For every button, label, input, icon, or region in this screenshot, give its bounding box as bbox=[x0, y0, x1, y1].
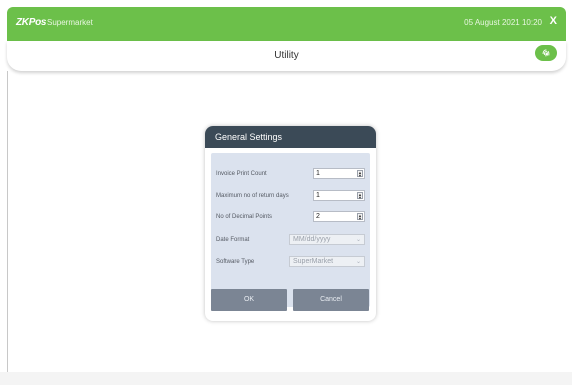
max-return-days-label: Maximum no of return days bbox=[216, 193, 289, 199]
date-format-select[interactable]: MM/dd/yyyy ⌄ bbox=[289, 234, 365, 245]
spinner-arrows-icon[interactable]: ▲ ▼ bbox=[357, 213, 363, 221]
zkpos-logo: ZKPos bbox=[16, 17, 47, 28]
software-type-select[interactable]: SuperMarket ⌄ bbox=[289, 256, 365, 267]
max-return-days-input[interactable]: 1 ▲ ▼ bbox=[313, 190, 365, 201]
software-type-value: SuperMarket bbox=[293, 258, 334, 265]
dialog-title: General Settings bbox=[215, 132, 283, 142]
chevron-down-icon: ⌄ bbox=[355, 259, 361, 265]
top-bar: ZKPos Supermarket 05 August 2021 10:20 X bbox=[7, 7, 566, 41]
fingerprint-icon bbox=[542, 49, 550, 57]
app-name: Supermarket bbox=[47, 18, 93, 27]
bottom-strip bbox=[0, 372, 572, 385]
max-return-days-value: 1 bbox=[316, 192, 320, 199]
software-type-label: Software Type bbox=[216, 259, 255, 265]
dialog-header: General Settings bbox=[205, 126, 376, 148]
decimal-points-value: 2 bbox=[316, 213, 320, 220]
datetime: 05 August 2021 10:20 bbox=[464, 18, 542, 27]
chevron-down-icon: ⌄ bbox=[355, 237, 361, 243]
date-format-value: MM/dd/yyyy bbox=[293, 236, 331, 243]
general-settings-dialog: General Settings Invoice Print Count 1 ▲… bbox=[205, 126, 376, 321]
decimal-points-input[interactable]: 2 ▲ ▼ bbox=[313, 211, 365, 222]
decimal-points-label: No of Decimal Points bbox=[216, 214, 273, 220]
close-button[interactable]: X bbox=[550, 15, 557, 27]
invoice-print-count-label: Invoice Print Count bbox=[216, 171, 267, 177]
spinner-arrows-icon[interactable]: ▲ ▼ bbox=[357, 170, 363, 178]
page-title: Utility bbox=[274, 50, 299, 61]
invoice-print-count-input[interactable]: 1 ▲ ▼ bbox=[313, 168, 365, 179]
left-border bbox=[7, 71, 8, 373]
fingerprint-button[interactable] bbox=[535, 45, 557, 61]
title-bar: Utility bbox=[7, 41, 566, 71]
cancel-button[interactable]: Cancel bbox=[293, 289, 369, 311]
ok-button[interactable]: OK bbox=[211, 289, 287, 311]
date-format-label: Date Format bbox=[216, 237, 250, 243]
invoice-print-count-value: 1 bbox=[316, 170, 320, 177]
spinner-arrows-icon[interactable]: ▲ ▼ bbox=[357, 192, 363, 200]
dialog-body: Invoice Print Count 1 ▲ ▼ Maximum no of r… bbox=[211, 153, 370, 311]
